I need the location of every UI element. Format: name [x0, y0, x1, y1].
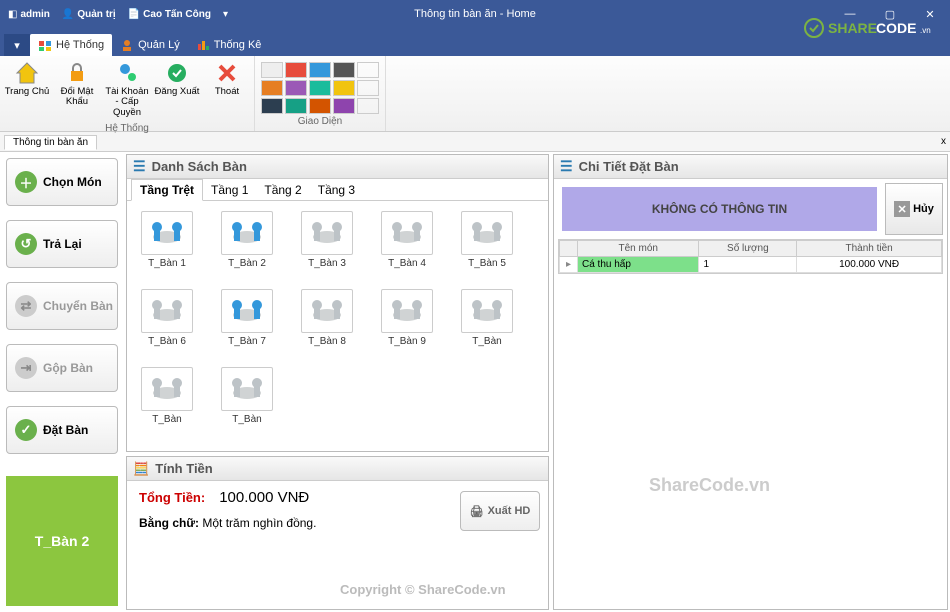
table-row[interactable]: ▸Cá thu hấp1100.000 VNĐ: [560, 257, 942, 273]
table-label: T_Bàn 5: [468, 258, 506, 269]
table-item[interactable]: T_Bàn 5: [457, 211, 517, 269]
menu-tabs: ▾ Hệ Thống Quản Lý Thống Kê SHARECODE.vn: [0, 28, 950, 56]
table-label: T_Bàn 4: [388, 258, 426, 269]
table-icon: [221, 367, 273, 411]
table-item[interactable]: T_Bàn 9: [377, 289, 437, 347]
doc-close-icon[interactable]: x: [941, 136, 946, 147]
table-icon: [381, 211, 433, 255]
table-label: T_Bàn 7: [228, 336, 266, 347]
tab-quan-ly[interactable]: Quản Lý: [112, 34, 188, 56]
skin-gallery[interactable]: [261, 62, 379, 114]
table-item[interactable]: T_Bàn 2: [217, 211, 277, 269]
return-button[interactable]: ↺Trả Lại: [6, 220, 118, 268]
brand-watermark: SHARECODE .vn: [802, 8, 942, 48]
ribbon: Trang Chủ Đổi Mật Khẩu Tài Khoản - Cấp Q…: [0, 56, 950, 132]
left-actions: ＋Chọn Món ↺Trả Lại ⇄Chuyển Bàn ⇥Gộp Bàn …: [2, 154, 122, 610]
table-icon: [221, 289, 273, 333]
table-label: T_Bàn 9: [388, 336, 426, 347]
svg-text:CODE: CODE: [876, 20, 916, 36]
detail-table: Tên món Số lượng Thành tiền ▸Cá thu hấp1…: [558, 239, 943, 274]
floor-tab-3[interactable]: Tầng 3: [310, 180, 363, 200]
tab-he-thong[interactable]: Hệ Thống: [30, 34, 112, 56]
total-value: 100.000 VNĐ: [219, 489, 309, 506]
tab-thong-ke[interactable]: Thống Kê: [188, 34, 270, 56]
total-text-label: Bằng chữ:: [139, 516, 199, 530]
ribbon-group2-label: Giao Diện: [259, 116, 381, 129]
table-icon: [301, 211, 353, 255]
table-label: T_Bàn 8: [308, 336, 346, 347]
table-label: T_Bàn: [232, 414, 261, 425]
ribbon-home-button[interactable]: Trang Chủ: [2, 58, 52, 121]
ribbon-exit-button[interactable]: Thoát: [202, 58, 252, 121]
title-role-badge: 👤 Quản trị: [62, 9, 116, 20]
table-item[interactable]: T_Bàn 3: [297, 211, 357, 269]
table-label: T_Bàn 1: [148, 258, 186, 269]
table-icon: [141, 289, 193, 333]
floor-tab-0[interactable]: Tầng Trệt: [131, 179, 203, 201]
reserve-button[interactable]: ✓Đặt Bàn: [6, 406, 118, 454]
table-icon: [461, 289, 513, 333]
floor-tabs: Tầng Trệt Tầng 1 Tầng 2 Tầng 3: [127, 179, 548, 201]
table-item[interactable]: T_Bàn: [217, 367, 277, 425]
ribbon-account-button[interactable]: Tài Khoản - Cấp Quyền: [102, 58, 152, 121]
table-label: T_Bàn 3: [308, 258, 346, 269]
table-icon: [301, 289, 353, 333]
svg-text:.vn: .vn: [920, 26, 931, 35]
close-icon: ✕: [894, 201, 910, 217]
table-icon: [141, 211, 193, 255]
floor-tab-1[interactable]: Tầng 1: [203, 180, 256, 200]
ribbon-password-button[interactable]: Đổi Mật Khẩu: [52, 58, 102, 121]
svg-text:SHARE: SHARE: [828, 20, 877, 36]
table-item[interactable]: T_Bàn 6: [137, 289, 197, 347]
choose-dish-button[interactable]: ＋Chọn Món: [6, 158, 118, 206]
table-item[interactable]: T_Bàn 8: [297, 289, 357, 347]
selected-table-indicator: T_Bàn 2: [6, 476, 118, 606]
table-label: T_Bàn: [472, 336, 501, 347]
list-icon: ☰: [133, 158, 146, 175]
export-invoice-button[interactable]: 🖨Xuất HD: [460, 491, 540, 531]
tables-panel-header: ☰Danh Sách Bàn: [127, 155, 548, 179]
calculator-icon: 🧮: [133, 461, 149, 477]
table-icon: [381, 289, 433, 333]
merge-table-button[interactable]: ⇥Gộp Bàn: [6, 344, 118, 392]
printer-icon: 🖨: [470, 505, 484, 518]
table-label: T_Bàn: [152, 414, 181, 425]
title-user-badge: ◧ admin: [8, 9, 50, 20]
table-item[interactable]: T_Bàn: [457, 289, 517, 347]
table-label: T_Bàn 6: [148, 336, 186, 347]
detail-panel-header: ☰Chi Tiết Đặt Bàn: [554, 155, 947, 179]
table-icon: [221, 211, 273, 255]
title-dropdown-icon[interactable]: ▾: [223, 9, 228, 20]
table-grid: T_Bàn 1 T_Bàn 2 T_Bàn 3 T_Bàn 4 T_Bàn 5 T_Bàn…: [127, 201, 548, 451]
calc-panel-header: 🧮Tính Tiền: [127, 457, 548, 481]
move-table-button[interactable]: ⇄Chuyển Bàn: [6, 282, 118, 330]
document-tab[interactable]: Thông tin bàn ăn: [4, 135, 97, 150]
table-item[interactable]: T_Bàn 4: [377, 211, 437, 269]
no-info-banner: KHÔNG CÓ THÔNG TIN: [562, 187, 877, 231]
total-label: Tổng Tiền:: [139, 490, 205, 505]
floor-tab-2[interactable]: Tầng 2: [256, 180, 309, 200]
table-label: T_Bàn 2: [228, 258, 266, 269]
ribbon-logout-button[interactable]: Đăng Xuất: [152, 58, 202, 121]
table-icon: [461, 211, 513, 255]
total-text-value: Một trăm nghìn đồng.: [202, 516, 316, 530]
app-title: Thông tin bàn ăn - Home: [414, 8, 536, 20]
list-icon: ☰: [560, 158, 573, 175]
table-item[interactable]: T_Bàn 1: [137, 211, 197, 269]
table-item[interactable]: T_Bàn 7: [217, 289, 277, 347]
file-menu-button[interactable]: ▾: [4, 34, 30, 56]
cancel-button[interactable]: ✕Hủy: [885, 183, 943, 235]
title-name-badge: 📄 Cao Tấn Công: [128, 9, 211, 20]
table-icon: [141, 367, 193, 411]
table-item[interactable]: T_Bàn: [137, 367, 197, 425]
